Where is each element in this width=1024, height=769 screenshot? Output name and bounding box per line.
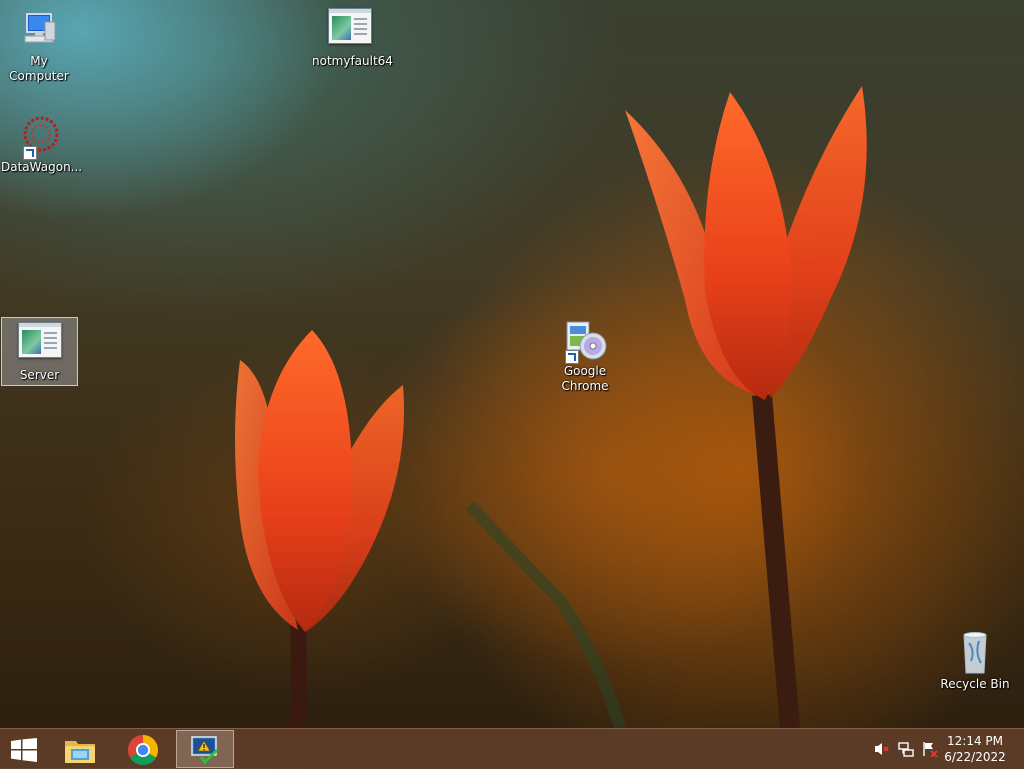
taskbar-file-explorer[interactable]: [52, 730, 108, 768]
google-chrome-label: Google Chrome: [561, 364, 609, 393]
taskbar-active-app[interactable]: [176, 730, 234, 768]
recycle-bin[interactable]: Recycle Bin: [937, 625, 1013, 697]
taskbar-google-chrome[interactable]: [115, 730, 171, 768]
server-shortcut[interactable]: Server: [1, 317, 78, 386]
network-icon[interactable]: [898, 741, 914, 757]
windows-logo-icon: [11, 738, 37, 762]
taskbar: 12:14 PM 6/22/2022: [0, 728, 1024, 769]
monitor-warning-icon: [191, 736, 219, 765]
chrome-icon: [127, 735, 159, 766]
recycle-bin-label: Recycle Bin: [940, 677, 1010, 691]
shortcut-arrow-icon: [23, 146, 37, 160]
speaker-muted-icon[interactable]: [874, 741, 890, 757]
start-button[interactable]: [0, 730, 48, 768]
folder-icon: [65, 741, 95, 763]
shortcut-arrow-icon: [565, 350, 579, 364]
action-center-flag-icon[interactable]: [922, 741, 938, 758]
clock[interactable]: 12:14 PM 6/22/2022: [940, 733, 1010, 765]
application-window-icon: [326, 8, 374, 52]
google-chrome-shortcut[interactable]: Google Chrome: [547, 312, 623, 402]
clock-date: 6/22/2022: [944, 750, 1006, 764]
datawagon-shortcut[interactable]: DataWagon...: [1, 108, 83, 180]
application-window-icon: [16, 322, 64, 366]
my-computer-shortcut[interactable]: My Computer: [1, 2, 77, 83]
software-installer-icon: [561, 318, 609, 364]
server-label: Server: [19, 368, 60, 382]
clock-time: 12:14 PM: [947, 734, 1003, 748]
notmyfault64-shortcut[interactable]: notmyfault64: [312, 2, 393, 74]
notmyfault64-label: notmyfault64: [312, 54, 393, 68]
my-computer-label: My Computer: [9, 54, 69, 83]
recycle-bin-icon: [951, 631, 999, 675]
desktop[interactable]: My Computer notmyfault64 DataWagon... Se…: [0, 0, 1024, 728]
computer-icon: [15, 8, 63, 52]
datawagon-label: DataWagon...: [1, 160, 83, 174]
datawagon-logo-icon: [15, 114, 63, 160]
